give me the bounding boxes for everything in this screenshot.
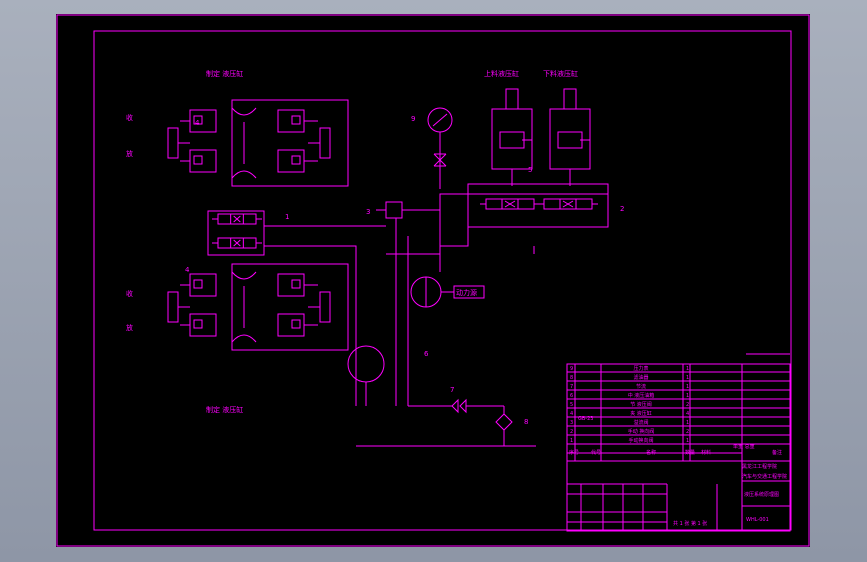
top-cylinder-group-piston (291, 155, 301, 165)
top-cylinder-group-outline (231, 99, 349, 187)
top-cylinder-group-label: 制定 液压缸 (206, 69, 243, 78)
pressure-line (402, 193, 608, 211)
std-code: GB-23 (578, 416, 593, 422)
parts-list-qty: 1 (686, 420, 689, 426)
top-cylinder-group-end-cap (167, 127, 179, 159)
callout-3: 3 (366, 208, 370, 216)
sheet-note: 共 1 张 第 1 张 (673, 520, 707, 527)
parts-list-qty: 1 (686, 438, 689, 444)
filter-8 (495, 413, 513, 431)
throttle-valve-7 (408, 398, 459, 414)
parts-list-no: 4 (570, 411, 573, 417)
callout-8: 8 (524, 418, 528, 426)
callout-5: 5 (528, 166, 532, 174)
header-note: 备注 (772, 449, 782, 456)
bottom-cylinder-group-label: 制定 液压缸 (206, 405, 243, 414)
drawing-number: WHL-001 (746, 517, 769, 523)
callout-4-top: 4 (195, 119, 200, 127)
bottom-cylinder-group-outline (231, 263, 349, 351)
parts-list-name: 手动 换向阀 (628, 428, 655, 435)
bottom-cylinder-group-piston (291, 319, 301, 329)
cad-viewport: 制定 液压缸 制定 液压缸 收 放 收 放 上料液压缸 下料液压缸 动力源 1 … (0, 0, 867, 562)
school-line-1: 黑龙江工程学院 (742, 463, 777, 470)
parts-list-no: 6 (570, 393, 573, 399)
header-qty: 数量 (685, 449, 695, 456)
top-cylinder-group-end-cap (319, 127, 331, 159)
parts-list-no: 9 (570, 366, 573, 372)
lower-lift-cylinder-label: 下料液压缸 (543, 69, 578, 78)
header-no: 序号 (569, 449, 579, 456)
parts-list-qty: 4 (686, 411, 689, 417)
top-release-label: 放 (126, 149, 133, 158)
outer-border (56, 14, 810, 547)
lower-lift-valve (557, 131, 583, 149)
lower-lift-outline (549, 108, 591, 170)
parts-list-no: 3 (570, 420, 573, 426)
parts-list-name: 夹 液压缸 (630, 410, 652, 417)
power-unit-label: 动力源 (456, 288, 477, 297)
valve-2-housing (467, 183, 609, 228)
drawing-title: 液压系统原理图 (744, 491, 779, 498)
bottom-cylinder-group-piston (193, 319, 203, 329)
bottom-cylinder-group-piston (193, 279, 203, 289)
parts-list-name: 手动换向阀 (628, 437, 653, 444)
parts-list-name: 中 液压油箱 (628, 392, 655, 399)
bottom-cylinder-group-end-cap (167, 291, 179, 323)
header-weight: 单重 总重 (733, 443, 755, 450)
parts-list-name: 节流 (636, 383, 646, 390)
drawing-canvas[interactable]: 制定 液压缸 制定 液压缸 收 放 收 放 上料液压缸 下料液压缸 动力源 1 … (56, 14, 810, 547)
bottom-cylinder-group-end-cap (319, 291, 331, 323)
parts-list-qty: 1 (686, 366, 689, 372)
parts-list-no: 2 (570, 429, 573, 435)
parts-list-qty: 1 (686, 384, 689, 390)
bottom-release-label: 放 (126, 323, 133, 332)
school-line-2: 汽车与交通工程学院 (742, 473, 787, 480)
top-cylinder-group-wedge (231, 107, 257, 116)
parts-list-no: 5 (570, 402, 573, 408)
parts-list-qty: 1 (686, 375, 689, 381)
parts-list-name: 压力表 (633, 365, 648, 372)
parts-list-qty: 1 (686, 393, 689, 399)
parts-list-name: 滤油器 (633, 374, 648, 381)
relief-valve (385, 201, 403, 219)
top-cylinder-group-piston (291, 115, 301, 125)
bottom-cylinder-group-piston (291, 279, 301, 289)
parts-list-no: 1 (570, 438, 573, 444)
bottom-cylinder-group-wedge (231, 271, 257, 280)
parts-list-qty: 2 (686, 402, 689, 408)
parts-list-name: 节 液压阀 (630, 401, 652, 408)
parts-list-no: 8 (570, 375, 573, 381)
top-cylinder-group-piston (193, 155, 203, 165)
upper-lift-outline (491, 108, 533, 170)
bottom-retract-label: 收 (126, 289, 133, 298)
header-code: 代号 (591, 449, 601, 456)
gauge-needle (432, 113, 448, 127)
connector-line (386, 227, 469, 255)
throttle-valve-7b (459, 398, 467, 414)
header-name: 名称 (646, 449, 656, 456)
upper-lift-rod-cylinder (505, 88, 519, 110)
callout-1: 1 (285, 213, 289, 221)
callout-6: 6 (424, 350, 429, 358)
header-material: 材料 (701, 449, 711, 456)
parts-list-name: 溢流阀 (633, 419, 648, 426)
supply-lines (264, 225, 386, 406)
upper-lift-valve (499, 131, 525, 149)
callout-9: 9 (411, 115, 415, 123)
callout-2: 2 (620, 205, 624, 213)
lower-lift-rod-cylinder (563, 88, 577, 110)
oil-tank (347, 345, 385, 383)
callout-7: 7 (450, 386, 454, 394)
callout-4-bottom: 4 (185, 266, 190, 274)
bottom-cylinder-group-wedge (231, 334, 257, 343)
upper-lift-cylinder-label: 上料液压缸 (484, 69, 519, 78)
hydraulic-schematic: 制定 液压缸 制定 液压缸 收 放 收 放 上料液压缸 下料液压缸 动力源 1 … (56, 14, 810, 547)
parts-list-no: 7 (570, 384, 573, 390)
top-retract-label: 收 (126, 113, 133, 122)
top-cylinder-group-wedge (231, 170, 257, 179)
parts-list-qty: 2 (686, 429, 689, 435)
